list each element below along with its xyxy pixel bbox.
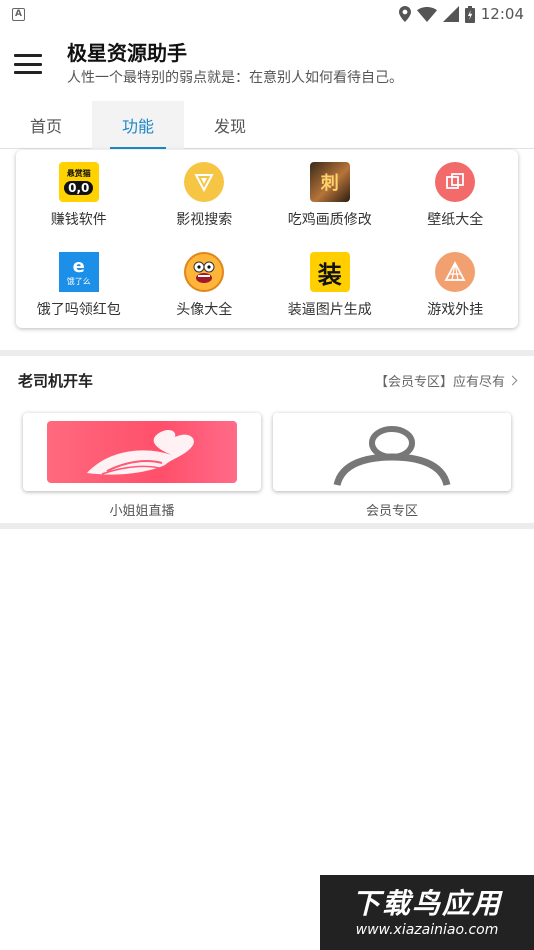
feature-label: 壁纸大全	[427, 212, 484, 228]
reward-cat-app-icon: 悬赏猫 0,0	[58, 162, 99, 202]
watermark-url: www.xiazainiao.com	[355, 921, 499, 938]
status-bar: A 12:04	[0, 0, 534, 28]
feature-label: 装逼图片生成	[287, 302, 372, 318]
header-titles: 极星资源助手 人性一个最特别的弱点就是：在意别人如何看待自己。	[67, 40, 403, 88]
page-title: 极星资源助手	[67, 41, 187, 65]
game-plugin-icon	[435, 252, 476, 292]
feature-label: 吃鸡画质修改	[287, 212, 372, 228]
feature-video-search[interactable]: 影视搜索	[142, 150, 268, 240]
chevron-right-icon	[507, 375, 518, 385]
avatar-face-icon	[184, 252, 225, 292]
tab-bar: 首页 功能 发现	[0, 101, 534, 149]
card-label: 会员专区	[365, 504, 418, 519]
feature-zhuang-images[interactable]: 装 装逼图片生成	[267, 240, 393, 328]
tab-home[interactable]: 首页	[0, 101, 92, 149]
reward-cat-icon-face: 0,0	[64, 181, 94, 195]
feature-grid-card: 悬赏猫 0,0 赚钱软件 影视搜索 刺 吃鸡画质修改 壁纸大全 e 饿了么 饿了…	[16, 150, 518, 328]
section-title: 老司机开车	[18, 371, 94, 390]
eleme-icon-text: 饿了么	[66, 277, 91, 286]
page-subtitle: 人性一个最特别的弱点就是：在意别人如何看待自己。	[67, 70, 403, 86]
game-graphics-icon: 刺	[309, 162, 350, 202]
zhuang-image-icon: 装	[309, 252, 350, 292]
woman-silhouette-banner-icon	[47, 421, 237, 483]
hamburger-menu-icon[interactable]	[14, 54, 42, 74]
game-graphics-icon-text: 刺	[320, 173, 339, 194]
section-divider	[0, 350, 534, 356]
wifi-icon	[416, 6, 437, 22]
tab-discover[interactable]: 发现	[184, 101, 276, 149]
wallpaper-icon	[435, 162, 476, 202]
card-live-stream[interactable]: 小姐姐直播	[23, 413, 261, 521]
vip-more-label: 【会员专区】应有尽有	[374, 374, 505, 390]
video-search-icon	[184, 162, 225, 202]
feature-money-apps[interactable]: 悬赏猫 0,0 赚钱软件	[16, 150, 142, 240]
feature-label: 游戏外挂	[427, 302, 484, 318]
feature-label: 赚钱软件	[50, 212, 107, 228]
watermark-title: 下载鸟应用	[351, 886, 502, 920]
watermark-logo: 下载鸟应用 www.xiazainiao.com	[320, 875, 534, 950]
battery-icon	[464, 5, 475, 23]
eleme-app-icon: e 饿了么	[58, 252, 99, 292]
feature-label: 影视搜索	[176, 212, 233, 228]
vip-more-link[interactable]: 【会员专区】应有尽有	[374, 371, 518, 390]
location-icon	[398, 6, 411, 22]
card-image	[23, 413, 261, 491]
status-time: 12:04	[480, 5, 524, 23]
feature-label: 头像大全	[176, 302, 233, 318]
section-header: 老司机开车 【会员专区】应有尽有	[0, 358, 534, 402]
section-divider	[0, 523, 534, 529]
feature-wallpapers[interactable]: 壁纸大全	[393, 150, 519, 240]
content-cards: 小姐姐直播 会员专区	[23, 413, 511, 521]
feature-label: 饿了吗领红包	[36, 302, 121, 318]
a-notification-icon: A	[12, 7, 25, 21]
feature-game-graphics[interactable]: 刺 吃鸡画质修改	[267, 150, 393, 240]
card-vip-zone[interactable]: 会员专区	[273, 413, 511, 521]
card-image	[273, 413, 511, 491]
app-header: 极星资源助手 人性一个最特别的弱点就是：在意别人如何看待自己。	[0, 28, 534, 100]
feature-eleme-redpacket[interactable]: e 饿了么 饿了吗领红包	[16, 240, 142, 328]
feature-avatars[interactable]: 头像大全	[142, 240, 268, 328]
eleme-icon-letter: e	[72, 256, 85, 277]
reward-cat-icon-text: 悬赏猫	[66, 169, 91, 178]
card-label: 小姐姐直播	[109, 504, 175, 519]
zhuang-icon-text: 装	[317, 260, 342, 289]
tab-features[interactable]: 功能	[92, 101, 184, 149]
user-avatar-placeholder-icon	[333, 426, 451, 487]
feature-game-plugins[interactable]: 游戏外挂	[393, 240, 519, 328]
signal-icon	[442, 6, 459, 22]
